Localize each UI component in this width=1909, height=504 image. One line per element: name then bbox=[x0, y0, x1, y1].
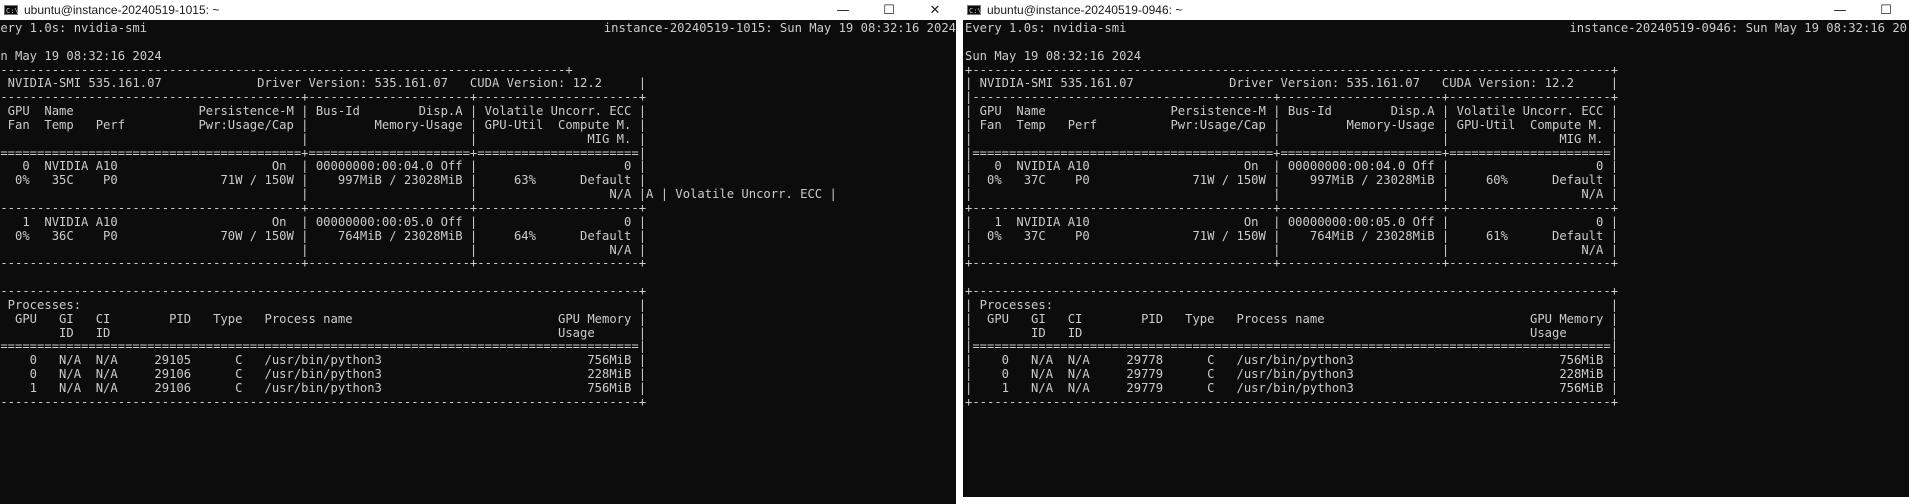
minimize-button[interactable]: — bbox=[1817, 0, 1863, 20]
watch-header: Every 1.0s: nvidia-smi instance-20240519… bbox=[963, 22, 1909, 36]
terminal-content[interactable]: very 1.0s: nvidia-smi instance-20240519-… bbox=[0, 22, 958, 504]
window-controls: — ☐ bbox=[1817, 0, 1909, 20]
close-button[interactable]: ✕ bbox=[912, 0, 958, 20]
watch-host-time: instance-20240519-0946: Sun May 19 08:32… bbox=[1569, 22, 1907, 35]
terminal-window-right[interactable]: C:\ ubuntu@instance-20240519-0946: ~ — ☐… bbox=[963, 0, 1909, 504]
nvidia-smi-output: un May 19 08:32:16 2024 +---------------… bbox=[0, 48, 837, 409]
terminal-app-icon: C:\ bbox=[967, 5, 982, 15]
window-title: ubuntu@instance-20240519-0946: ~ bbox=[987, 3, 1183, 17]
watch-command: very 1.0s: nvidia-smi bbox=[0, 22, 148, 35]
terminal-window-left[interactable]: C:\ ubuntu@instance-20240519-1015: ~ — ☐… bbox=[0, 0, 958, 504]
window-controls: — ☐ ✕ bbox=[820, 0, 958, 20]
window-title: ubuntu@instance-20240519-1015: ~ bbox=[24, 3, 220, 17]
minimize-button[interactable]: — bbox=[820, 0, 866, 20]
maximize-button[interactable]: ☐ bbox=[866, 0, 912, 20]
title-bar[interactable]: C:\ ubuntu@instance-20240519-1015: ~ — ☐… bbox=[0, 0, 958, 20]
nvidia-smi-output: Sun May 19 08:32:16 2024 +--------------… bbox=[965, 48, 1619, 409]
title-bar[interactable]: C:\ ubuntu@instance-20240519-0946: ~ — ☐ bbox=[963, 0, 1909, 20]
terminal-content[interactable]: Every 1.0s: nvidia-smi instance-20240519… bbox=[963, 22, 1909, 504]
horizontal-scrollbar[interactable] bbox=[963, 497, 1909, 504]
watch-command: Every 1.0s: nvidia-smi bbox=[965, 22, 1127, 35]
watch-host-time: instance-20240519-1015: Sun May 19 08:32… bbox=[603, 22, 956, 35]
terminal-app-icon: C:\ bbox=[4, 5, 19, 15]
window-gap bbox=[956, 0, 963, 504]
watch-header: very 1.0s: nvidia-smi instance-20240519-… bbox=[0, 22, 958, 36]
maximize-button[interactable]: ☐ bbox=[1863, 0, 1909, 20]
